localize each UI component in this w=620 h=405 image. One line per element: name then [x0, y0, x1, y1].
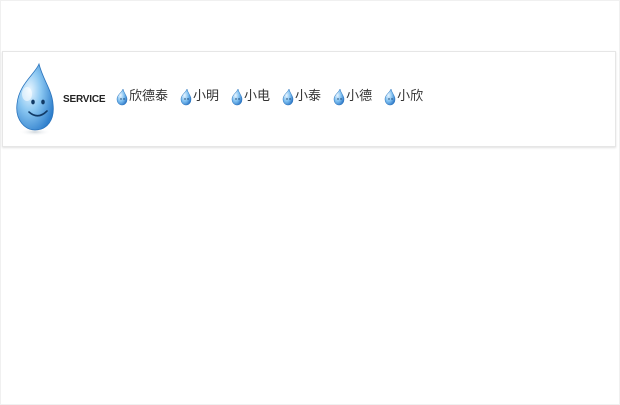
qq-chat-icon — [231, 88, 243, 106]
contact-name: 小明 — [193, 89, 220, 104]
contact-xiaoming[interactable]: 小明 — [180, 88, 219, 106]
contact-xindetai[interactable]: 欣德泰 — [116, 88, 168, 106]
qq-chat-icon — [384, 88, 396, 106]
qq-chat-icon — [180, 88, 192, 106]
contact-name: 小德 — [346, 89, 373, 104]
qq-chat-icon — [116, 88, 128, 106]
contact-name: 小欣 — [397, 89, 424, 104]
page: SERVICE 欣德泰 小明 小电 小泰 小德 小欣 — [0, 0, 620, 405]
contact-list: 欣德泰 小明 小电 小泰 小德 小欣 — [116, 88, 435, 106]
mascot-icon — [16, 62, 54, 136]
contact-xiaode[interactable]: 小德 — [333, 88, 372, 106]
service-label: SERVICE — [63, 94, 106, 105]
contact-name: 小泰 — [295, 89, 322, 104]
contact-xiaoxin[interactable]: 小欣 — [384, 88, 423, 106]
contact-name: 小电 — [244, 89, 271, 104]
contact-xiaotai[interactable]: 小泰 — [282, 88, 321, 106]
service-bar: SERVICE 欣德泰 小明 小电 小泰 小德 小欣 — [2, 51, 616, 147]
contact-xiaodian[interactable]: 小电 — [231, 88, 270, 106]
qq-chat-icon — [282, 88, 294, 106]
contact-name: 欣德泰 — [129, 89, 169, 104]
qq-chat-icon — [333, 88, 345, 106]
